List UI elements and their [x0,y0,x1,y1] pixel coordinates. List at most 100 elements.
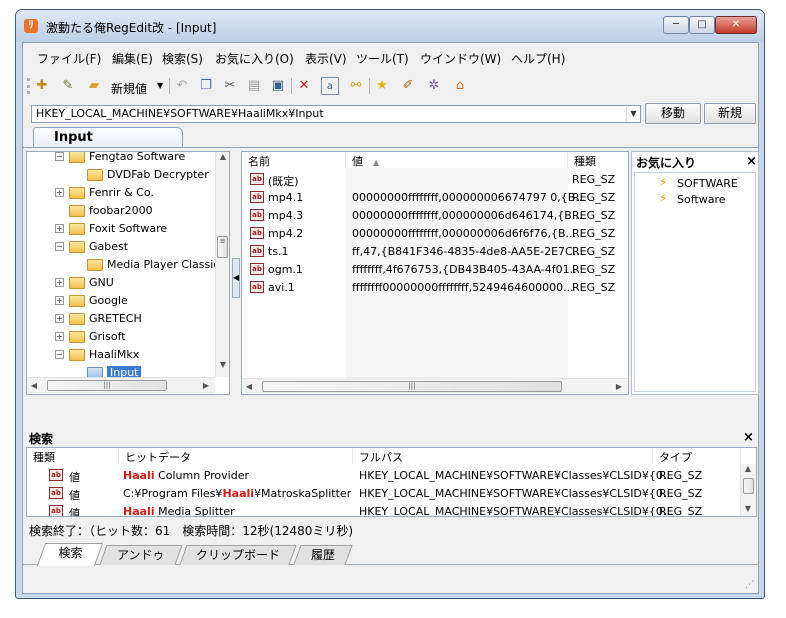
tree-item[interactable]: − Fengtao Software [27,152,215,166]
title-bar[interactable]: ﾘ 激動たる俺RegEdit改 - [Input] ─ □ ✕ [16,10,764,42]
scroll-down-icon[interactable]: ▼ [216,360,229,369]
column-kind[interactable]: 種類 [27,448,119,464]
edit-icon[interactable]: ✎ [59,77,77,95]
tree-item[interactable]: Media Player Classic [27,256,219,274]
delete-icon[interactable]: ✕ [295,77,313,95]
value-row[interactable]: ab (既定) REG_SZ [242,170,628,188]
go-button[interactable]: 移動 [645,103,701,124]
scroll-left-icon[interactable]: ◀ [242,382,256,391]
scroll-right-icon[interactable]: ▶ [612,382,626,391]
close-button[interactable]: ✕ [715,16,757,34]
menu-tools[interactable]: ツール(T) [356,50,409,67]
tree-item[interactable]: + GRETECH [27,310,215,328]
search-row[interactable]: ab 値 Haali Column Provider HKEY_LOCAL_MACHI… [27,466,739,484]
tree-item[interactable]: + Fenrir & Co. [27,184,215,202]
values-hscroll[interactable]: ◀ ||| ▶ [242,378,628,394]
cut-icon[interactable]: ✂ [221,77,239,95]
values-list[interactable]: 名前 値 ▲ 種類 ab (既定) REG_SZ ab mp4.1 00000000ffff… [241,151,629,395]
scroll-up-icon[interactable]: ▲ [741,464,755,473]
search-close-button[interactable]: × [743,430,754,445]
search-icon[interactable]: ⚯ [347,77,365,95]
value-row[interactable]: ab mp4.1 00000000ffffffff,000000006674797 … [242,188,628,206]
tab-search[interactable]: 検索 [36,543,104,566]
scroll-down-icon[interactable]: ▼ [741,504,755,513]
resize-grip-icon[interactable]: ⋰ [745,580,755,590]
home-icon[interactable]: ⌂ [451,77,469,95]
column-value[interactable]: 値 ▲ [346,152,568,168]
favorite-icon[interactable]: ★ [373,77,391,95]
expand-icon[interactable]: + [55,332,64,341]
menu-favorites[interactable]: お気に入り(O) [215,50,294,67]
tools-icon[interactable]: ✐ [399,77,417,95]
column-hit[interactable]: ヒットデータ [119,448,353,464]
scroll-left-icon[interactable]: ◀ [27,381,41,390]
menu-view[interactable]: 表示(V) [305,50,347,67]
column-path[interactable]: フルパス [353,448,653,464]
tree-item[interactable]: DVDFab Decrypter [27,166,215,184]
search-row[interactable]: ab 値 C:¥Program Files¥Haali¥MatroskaSplitt… [27,484,739,502]
menu-window[interactable]: ウインドウ(W) [420,50,501,67]
tree-hscroll[interactable]: ◀ ||| ▶ [27,377,215,394]
menu-search[interactable]: 検索(S) [162,50,203,67]
chevron-down-icon[interactable]: ▼ [626,106,640,122]
rename-icon[interactable]: a [321,77,339,95]
favorites-close-button[interactable]: × [746,154,757,169]
expand-icon[interactable]: + [55,278,64,287]
search-results[interactable]: 種類 ヒットデータ フルパス タイプ ab 値 Haali Column Provi… [26,447,757,517]
collapse-icon[interactable]: − [55,242,64,251]
value-row[interactable]: ab avi.1 ffffffff00000000ffffffff,52494646… [242,278,628,296]
tree-item[interactable]: + Grisoft [27,328,215,346]
scroll-right-icon[interactable]: ▶ [199,381,213,390]
collapse-icon[interactable]: − [55,152,64,161]
new-value-button[interactable]: 新規値 [111,80,147,97]
search-vscroll[interactable]: ▲ ▼ [740,464,756,516]
menu-file[interactable]: ファイル(F) [37,50,101,67]
tree-item[interactable]: − Gabest [27,238,215,256]
tab-undo[interactable]: アンドゥ [99,545,183,565]
menu-edit[interactable]: 編集(E) [112,50,153,67]
open-folder-icon[interactable]: ▰ [85,77,103,95]
column-name[interactable]: 名前 [242,152,346,168]
expand-icon[interactable]: + [55,224,64,233]
column-type[interactable]: タイプ [653,448,741,464]
address-input[interactable]: HKEY_LOCAL_MACHINE¥SOFTWARE¥HaaliMkx¥Inp… [31,105,641,123]
value-row[interactable]: ab mp4.2 00000000ffffffff,000000006d6f6f76… [242,224,628,242]
tree-item[interactable]: foobar2000 [27,202,215,220]
tree-hscroll-thumb[interactable]: ||| [47,380,167,391]
tree-item[interactable]: + GNU [27,274,215,292]
minimize-button[interactable]: ─ [663,16,689,34]
collapse-icon[interactable]: − [55,350,64,359]
new-key-icon[interactable]: ✚ [33,77,51,95]
key-tree[interactable]: − Fengtao Software DVDFab Decrypter + Fenrir… [26,151,230,395]
tab-input[interactable]: Input [33,127,183,147]
undo-icon[interactable]: ↶ [173,77,191,95]
values-hscroll-thumb[interactable]: ||| [262,381,562,392]
scroll-up-icon[interactable]: ▲ [216,152,229,161]
tree-vscroll-thumb[interactable]: ≡ [217,236,228,258]
tree-item[interactable]: + Google [27,292,215,310]
expand-icon[interactable]: + [55,188,64,197]
expand-icon[interactable]: + [55,314,64,323]
tab-history[interactable]: 履歴 [293,545,353,565]
value-row[interactable]: ab mp4.3 00000000ffffffff,000000006d646174… [242,206,628,224]
favorite-item[interactable]: SOFTWARE [677,177,738,190]
tab-clipboard[interactable]: クリップボード [179,545,297,565]
tree-item[interactable]: − HaaliMkx [27,346,215,364]
settings-icon[interactable]: ✲ [425,77,443,95]
chevron-down-icon[interactable]: ▼ [157,81,163,90]
export-icon[interactable]: ▣ [269,77,287,95]
search-vscroll-thumb[interactable] [743,478,754,494]
new-button[interactable]: 新規 [704,103,756,124]
copy-icon[interactable]: ❐ [197,77,215,95]
maximize-button[interactable]: □ [689,16,715,34]
tree-item[interactable]: + Foxit Software [27,220,215,238]
paste-icon[interactable]: ▤ [245,77,263,95]
favorite-item[interactable]: Software [677,193,726,206]
menu-help[interactable]: ヘルプ(H) [511,50,565,67]
tree-vscroll[interactable]: ▲ ≡ ▼ [215,152,229,377]
value-row[interactable]: ab ts.1 ff,47,{B841F346-4835-4de8-AA5E-2E7… [242,242,628,260]
splitter-collapse-icon[interactable]: ◀ [232,258,240,298]
expand-icon[interactable]: + [55,296,64,305]
value-row[interactable]: ab ogm.1 ffffffff,4f676753,{DB43B405-43AA-… [242,260,628,278]
search-row[interactable]: ab 値 Haali Media Splitter HKEY_LOCAL_MACHIN… [27,502,739,516]
